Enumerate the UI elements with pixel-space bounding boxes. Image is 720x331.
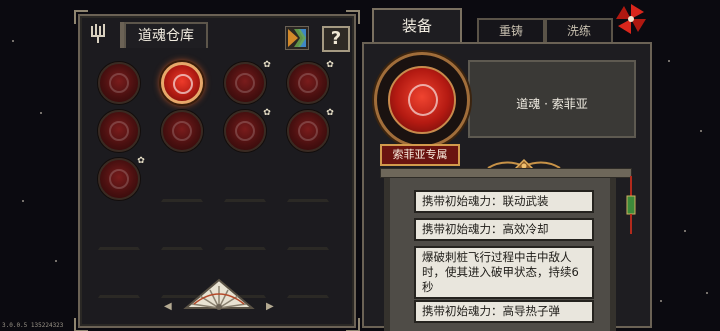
skill-item: 爆破刺桩飞行过程中击中敌人时，使其进入破甲状态，持续6秒 [414, 246, 594, 299]
skill-item: 携带初始魂力：高导热子弹 [414, 300, 594, 323]
equipped-soul-emblem[interactable] [374, 52, 470, 148]
tab-soul-storage[interactable]: 道魂仓库 [124, 22, 208, 48]
sort-button[interactable] [285, 26, 309, 50]
soul-slot[interactable]: ✿ [224, 60, 271, 104]
page-prev-icon[interactable]: ◀ [164, 302, 174, 312]
fork-icon [88, 22, 112, 44]
skill-item: 携带初始魂力：高效冷却 [414, 218, 594, 241]
pinwheel-icon[interactable] [614, 2, 648, 36]
empty-slot[interactable] [287, 236, 329, 250]
empty-slot[interactable] [224, 236, 266, 250]
fan-icon[interactable] [180, 274, 258, 310]
tab-equip[interactable]: 装备 [372, 8, 462, 42]
tassel-icon [626, 176, 636, 234]
soul-name: 道魂 · 索菲亚 [516, 97, 588, 111]
scroll-rod [380, 168, 632, 178]
soul-slot[interactable] [98, 62, 140, 104]
empty-slot[interactable] [224, 188, 266, 202]
empty-slot[interactable] [98, 236, 140, 250]
soul-slot-selected[interactable] [161, 62, 203, 104]
soul-slot[interactable] [98, 110, 140, 152]
soul-portrait-icon [408, 84, 438, 116]
version-label: 3.0.0.5 135224323 [2, 322, 64, 329]
empty-slot[interactable] [287, 188, 329, 202]
empty-slot[interactable] [161, 188, 203, 202]
soul-slot[interactable]: ✿ [287, 108, 334, 152]
soul-portrait-icon [235, 121, 255, 141]
soul-slot[interactable]: ✿ [98, 156, 145, 200]
empty-slot[interactable] [161, 236, 203, 250]
soul-portrait-icon [235, 73, 255, 93]
pin-icon: ✿ [263, 60, 271, 70]
help-button[interactable]: ? [322, 26, 350, 52]
soul-slot[interactable]: ✿ [224, 108, 271, 152]
empty-slot[interactable] [98, 284, 140, 298]
soul-portrait-icon [109, 121, 129, 141]
soul-portrait-icon [109, 169, 129, 189]
sort-icon [288, 29, 306, 47]
empty-slot[interactable] [287, 284, 329, 298]
skill-scroll[interactable]: 携带初始魂力：联动武装 携带初始魂力：高效冷却 爆破刺桩飞行过程中击中敌人时，使… [380, 168, 632, 331]
page-next-icon[interactable]: ▶ [266, 302, 276, 312]
pin-icon: ✿ [326, 60, 334, 70]
soul-portrait-icon [298, 73, 318, 93]
storage-header: 道魂仓库 ? [80, 16, 354, 52]
soul-portrait-icon [172, 121, 192, 141]
tab-wash[interactable]: 洗练 [545, 18, 613, 42]
soul-portrait-icon [173, 74, 193, 94]
soul-info-box: 道魂 · 索菲亚 [468, 60, 636, 138]
soul-slot[interactable] [161, 110, 203, 152]
pin-icon: ✿ [263, 108, 271, 118]
soul-portrait-icon [109, 73, 129, 93]
soul-portrait-icon [298, 121, 318, 141]
exclusive-badge: 索菲亚专属 [380, 144, 460, 166]
skill-item: 携带初始魂力：联动武装 [414, 190, 594, 213]
pin-icon: ✿ [326, 108, 334, 118]
pin-icon: ✿ [137, 156, 145, 166]
tab-recast[interactable]: 重铸 [477, 18, 545, 42]
soul-slot[interactable]: ✿ [287, 60, 334, 104]
soul-storage-panel: 道魂仓库 ? ✿ ✿ ✿ ✿ ✿ ◀ ▶ [74, 10, 360, 331]
